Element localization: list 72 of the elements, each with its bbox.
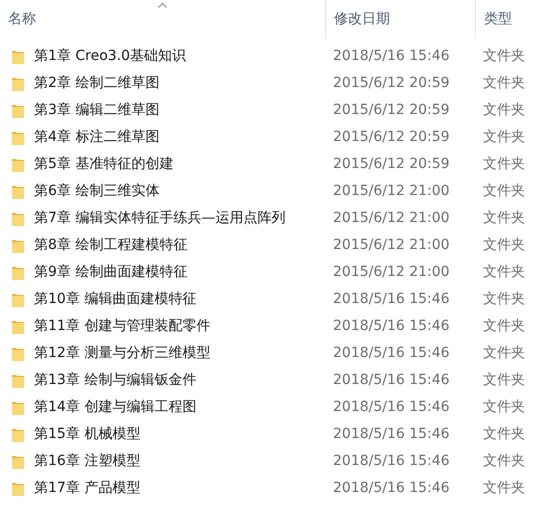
folder-icon xyxy=(12,318,24,334)
item-type: 文件夹 xyxy=(482,452,526,471)
file-name[interactable]: 第12章 测量与分析三维模型 xyxy=(34,343,210,364)
file-name[interactable]: 第1章 Creo3.0基础知识 xyxy=(34,46,186,67)
folder-icon xyxy=(12,210,24,226)
item-type: 文件夹 xyxy=(482,47,526,66)
modified-date: 2015/6/12 21:00 xyxy=(332,209,451,228)
modified-date: 2018/5/16 15:46 xyxy=(332,425,451,444)
item-type: 文件夹 xyxy=(482,128,526,147)
folder-icon xyxy=(12,372,24,388)
item-type: 文件夹 xyxy=(482,425,526,444)
modified-date: 2018/5/16 15:46 xyxy=(332,344,451,363)
modified-date: 2015/6/12 21:00 xyxy=(332,182,451,201)
folder-icon xyxy=(12,156,24,172)
item-type: 文件夹 xyxy=(482,182,526,201)
item-type: 文件夹 xyxy=(482,344,526,363)
column-header[interactable]: 修改日期 xyxy=(326,0,476,38)
file-name[interactable]: 第16章 注塑模型 xyxy=(34,451,140,472)
folder-icon xyxy=(12,184,24,200)
file-name[interactable]: 第10章 编辑曲面建模特征 xyxy=(34,289,196,310)
file-name[interactable]: 第15章 机械模型 xyxy=(34,424,140,445)
modified-date: 2018/5/16 15:46 xyxy=(332,452,451,471)
item-type: 文件夹 xyxy=(482,74,526,93)
folder-icon xyxy=(12,480,24,496)
modified-date: 2015/6/12 20:59 xyxy=(332,101,451,120)
folder-icon xyxy=(12,264,24,280)
item-type: 文件夹 xyxy=(482,236,526,255)
column-header[interactable]: 名称 xyxy=(0,0,326,38)
modified-date: 2015/6/12 20:59 xyxy=(332,128,451,147)
modified-date: 2015/6/12 21:00 xyxy=(332,236,451,255)
column-header[interactable]: 类型 xyxy=(476,0,540,38)
file-name[interactable]: 第13章 绘制与编辑钣金件 xyxy=(34,370,196,391)
file-name[interactable]: 第6章 绘制三维实体 xyxy=(34,181,160,202)
file-name[interactable]: 第14章 创建与编辑工程图 xyxy=(34,397,196,418)
file-name[interactable]: 第2章 绘制二维草图 xyxy=(34,73,160,94)
folder-icon xyxy=(12,76,24,92)
modified-date: 2018/5/16 15:46 xyxy=(332,47,451,66)
item-type: 文件夹 xyxy=(482,479,526,498)
file-name[interactable]: 第7章 编辑实体特征手练兵—运用点阵列 xyxy=(34,208,286,229)
modified-date: 2018/5/16 15:46 xyxy=(332,479,451,498)
item-type: 文件夹 xyxy=(482,101,526,120)
item-type: 文件夹 xyxy=(482,290,526,309)
file-name[interactable]: 第3章 编辑二维草图 xyxy=(34,100,160,121)
folder-icon xyxy=(12,48,24,64)
modified-date: 2018/5/16 15:46 xyxy=(332,371,451,390)
modified-date: 2015/6/12 20:59 xyxy=(332,155,451,174)
item-type: 文件夹 xyxy=(482,398,526,417)
sort-caret-icon xyxy=(158,3,166,8)
folder-icon xyxy=(12,346,24,362)
item-type: 文件夹 xyxy=(482,371,526,390)
folder-icon xyxy=(12,102,24,118)
folder-icon xyxy=(12,130,24,146)
file-name[interactable]: 第4章 标注二维草图 xyxy=(34,127,160,148)
item-type: 文件夹 xyxy=(482,155,526,174)
item-type: 文件夹 xyxy=(482,209,526,228)
file-name[interactable]: 第5章 基准特征的创建 xyxy=(34,154,174,175)
modified-date: 2018/5/16 15:46 xyxy=(332,398,451,417)
folder-icon xyxy=(12,400,24,416)
modified-date: 2015/6/12 20:59 xyxy=(332,74,451,93)
folder-icon xyxy=(12,292,24,308)
file-name[interactable]: 第17章 产品模型 xyxy=(34,478,140,499)
file-name[interactable]: 第8章 绘制工程建模特征 xyxy=(34,235,188,256)
folder-icon xyxy=(12,454,24,470)
folder-icon xyxy=(12,238,24,254)
file-name[interactable]: 第11章 创建与管理装配零件 xyxy=(34,316,210,337)
item-type: 文件夹 xyxy=(482,263,526,282)
file-name[interactable]: 第9章 绘制曲面建模特征 xyxy=(34,262,188,283)
modified-date: 2018/5/16 15:46 xyxy=(332,290,451,309)
folder-icon xyxy=(12,426,24,442)
item-type: 文件夹 xyxy=(482,317,526,336)
modified-date: 2015/6/12 21:00 xyxy=(332,263,451,282)
modified-date: 2018/5/16 15:46 xyxy=(332,317,451,336)
